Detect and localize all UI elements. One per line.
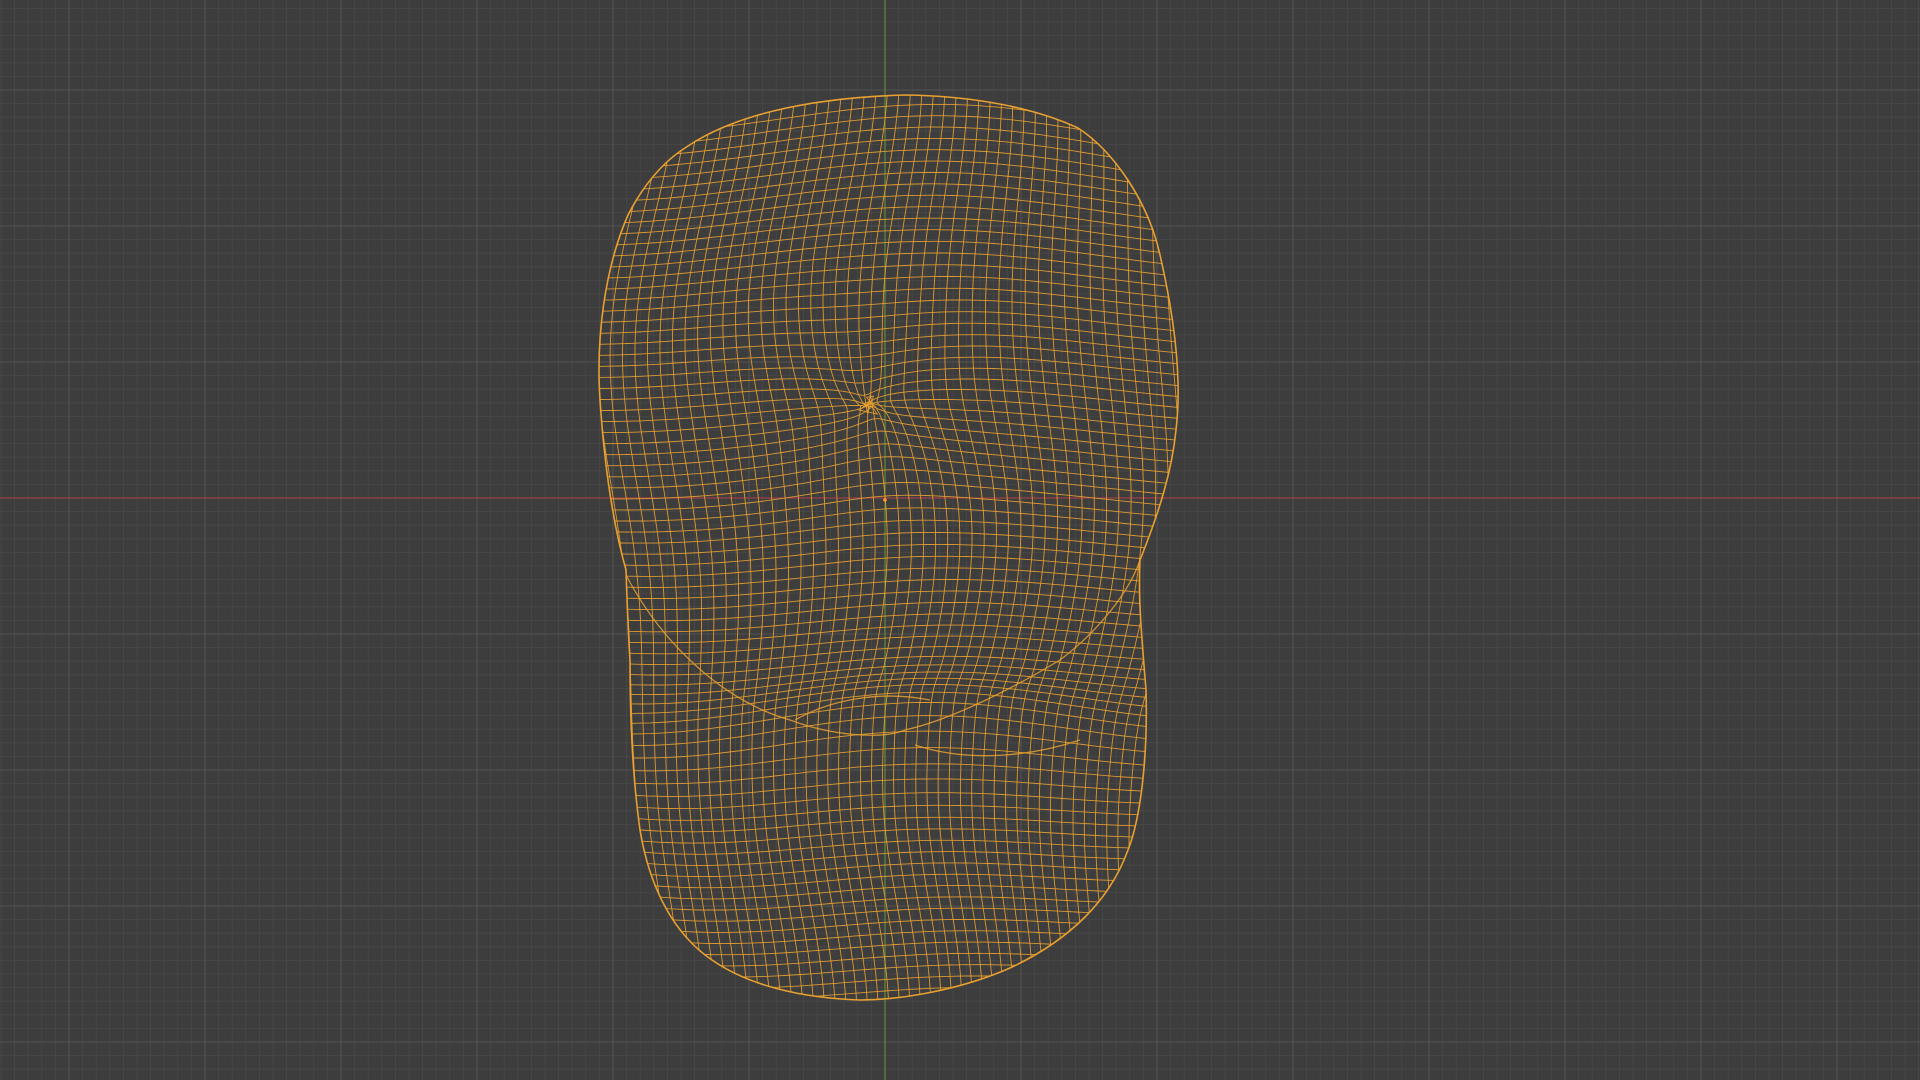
mesh-edge-loop	[1184, 52, 1243, 1066]
mesh-edge-loop	[599, 149, 1179, 186]
mesh-edge-loop	[599, 763, 1179, 785]
mesh-edge-loop	[511, 48, 585, 1060]
mesh-edge-loop	[599, 95, 640, 1000]
mesh-edge-loop	[599, 980, 1179, 1000]
mesh-edge-loop	[599, 406, 1179, 446]
mesh-edge-loop	[563, 1024, 1221, 1044]
mesh-edge-loop	[599, 103, 1179, 143]
mesh-edge-loop	[563, 1057, 1221, 1078]
mesh-edge-loop	[599, 882, 1179, 900]
mesh-edge-loop	[523, 48, 596, 1062]
mesh-edge-loop	[563, 1002, 1222, 1021]
mesh-edge-loop	[599, 579, 1179, 599]
mesh-edge-loop	[1150, 95, 1179, 1000]
object-origin-marker	[883, 498, 887, 502]
mesh-edge-loop	[599, 947, 1179, 967]
mesh-edge-loop	[1205, 54, 1269, 1064]
viewport-canvas[interactable]	[0, 0, 1920, 1080]
mesh-edge-loop	[599, 217, 1179, 251]
mesh-edge-loop	[599, 936, 1179, 956]
mesh-edge-loop	[599, 95, 662, 1000]
mesh-edge-loop	[563, 1035, 1221, 1056]
wireframe-mesh-inner-contours	[625, 559, 1141, 757]
mesh-edge-loop	[542, 25, 1241, 66]
mesh-edge-loop	[563, 1046, 1221, 1067]
3d-viewport[interactable]	[0, 0, 1920, 1080]
mesh-edge-loop	[541, 36, 1243, 76]
mesh-edge-loop	[1106, 95, 1157, 1000]
mesh-edge-loop	[599, 115, 1179, 154]
mesh-edge-loop	[599, 418, 1179, 457]
mesh-edge-loop	[599, 482, 1179, 511]
mesh-edge-loop	[599, 926, 1179, 945]
mesh-edge-loop	[599, 792, 1179, 810]
mesh-edge-loop	[599, 95, 607, 1000]
mesh-edge-loop	[1172, 95, 1179, 1000]
mesh-edge-loop	[599, 378, 1179, 403]
mesh-edge-loop	[1128, 95, 1179, 1000]
mesh-edge-loop	[599, 95, 629, 1000]
mesh-edge-loop	[539, 48, 1245, 88]
mesh-edge-loop	[599, 684, 1179, 714]
mesh-edge-loop	[599, 969, 1179, 989]
wireframe-mesh-edges	[498, 25, 1269, 1078]
mesh-edge-loop	[599, 194, 1179, 229]
mesh-edge-loop	[563, 1013, 1222, 1033]
mesh-edge-loop	[599, 893, 1179, 911]
mesh-edge-loop	[599, 95, 1179, 99]
mesh-edge-loop	[498, 48, 574, 1058]
mesh-edge-loop	[599, 602, 1179, 622]
mesh-edge-loop	[599, 671, 1179, 696]
mesh-edge-loop	[599, 747, 1179, 772]
wireframe-mesh-object[interactable]	[486, 14, 1288, 1078]
mesh-edge-loop	[599, 613, 1179, 633]
